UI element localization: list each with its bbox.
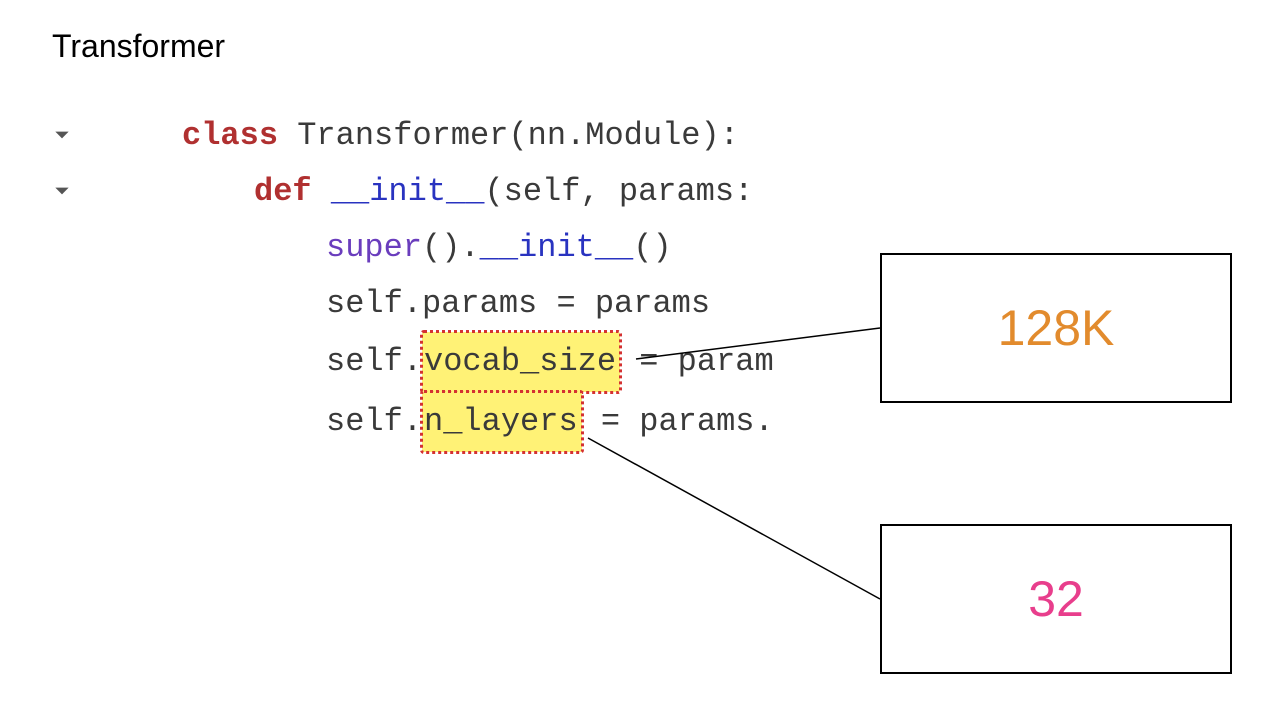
code-line-2: def __init__ (self, params:: [52, 164, 774, 220]
diagram-title: Transformer: [52, 28, 225, 65]
code-line-6: self. n_layers = params.: [52, 392, 774, 452]
code-line-1: class Transformer(nn.Module):: [52, 108, 774, 164]
code-line-3: super (). __init__ (): [52, 220, 774, 276]
fold-chevron[interactable]: [52, 108, 110, 164]
func-name: __init__: [312, 164, 485, 220]
callout-value: 32: [1028, 570, 1084, 628]
diagram-stage: Transformer class Transformer(nn.Module)…: [0, 0, 1268, 701]
init-call: __init__: [480, 220, 634, 276]
builtin-super: super: [326, 220, 422, 276]
chevron-down-icon: [52, 117, 72, 154]
code-line-5: self. vocab_size = param: [52, 332, 774, 392]
highlight-vocab-size: vocab_size: [422, 332, 620, 392]
callout-vocab-size: 128K: [880, 253, 1232, 403]
keyword-def: def: [254, 164, 312, 220]
func-signature: (self, params:: [484, 164, 753, 220]
code-line-4: self.params = params: [52, 276, 774, 332]
assign-params: self.params = params: [326, 276, 710, 332]
class-signature: Transformer(nn.Module):: [278, 108, 739, 164]
fold-chevron[interactable]: [52, 164, 110, 220]
chevron-down-icon: [52, 173, 72, 210]
keyword-class: class: [182, 108, 278, 164]
callout-value: 128K: [998, 299, 1115, 357]
callout-n-layers: 32: [880, 524, 1232, 674]
code-block: class Transformer(nn.Module): def __init…: [52, 108, 774, 452]
highlight-n-layers: n_layers: [422, 392, 582, 452]
